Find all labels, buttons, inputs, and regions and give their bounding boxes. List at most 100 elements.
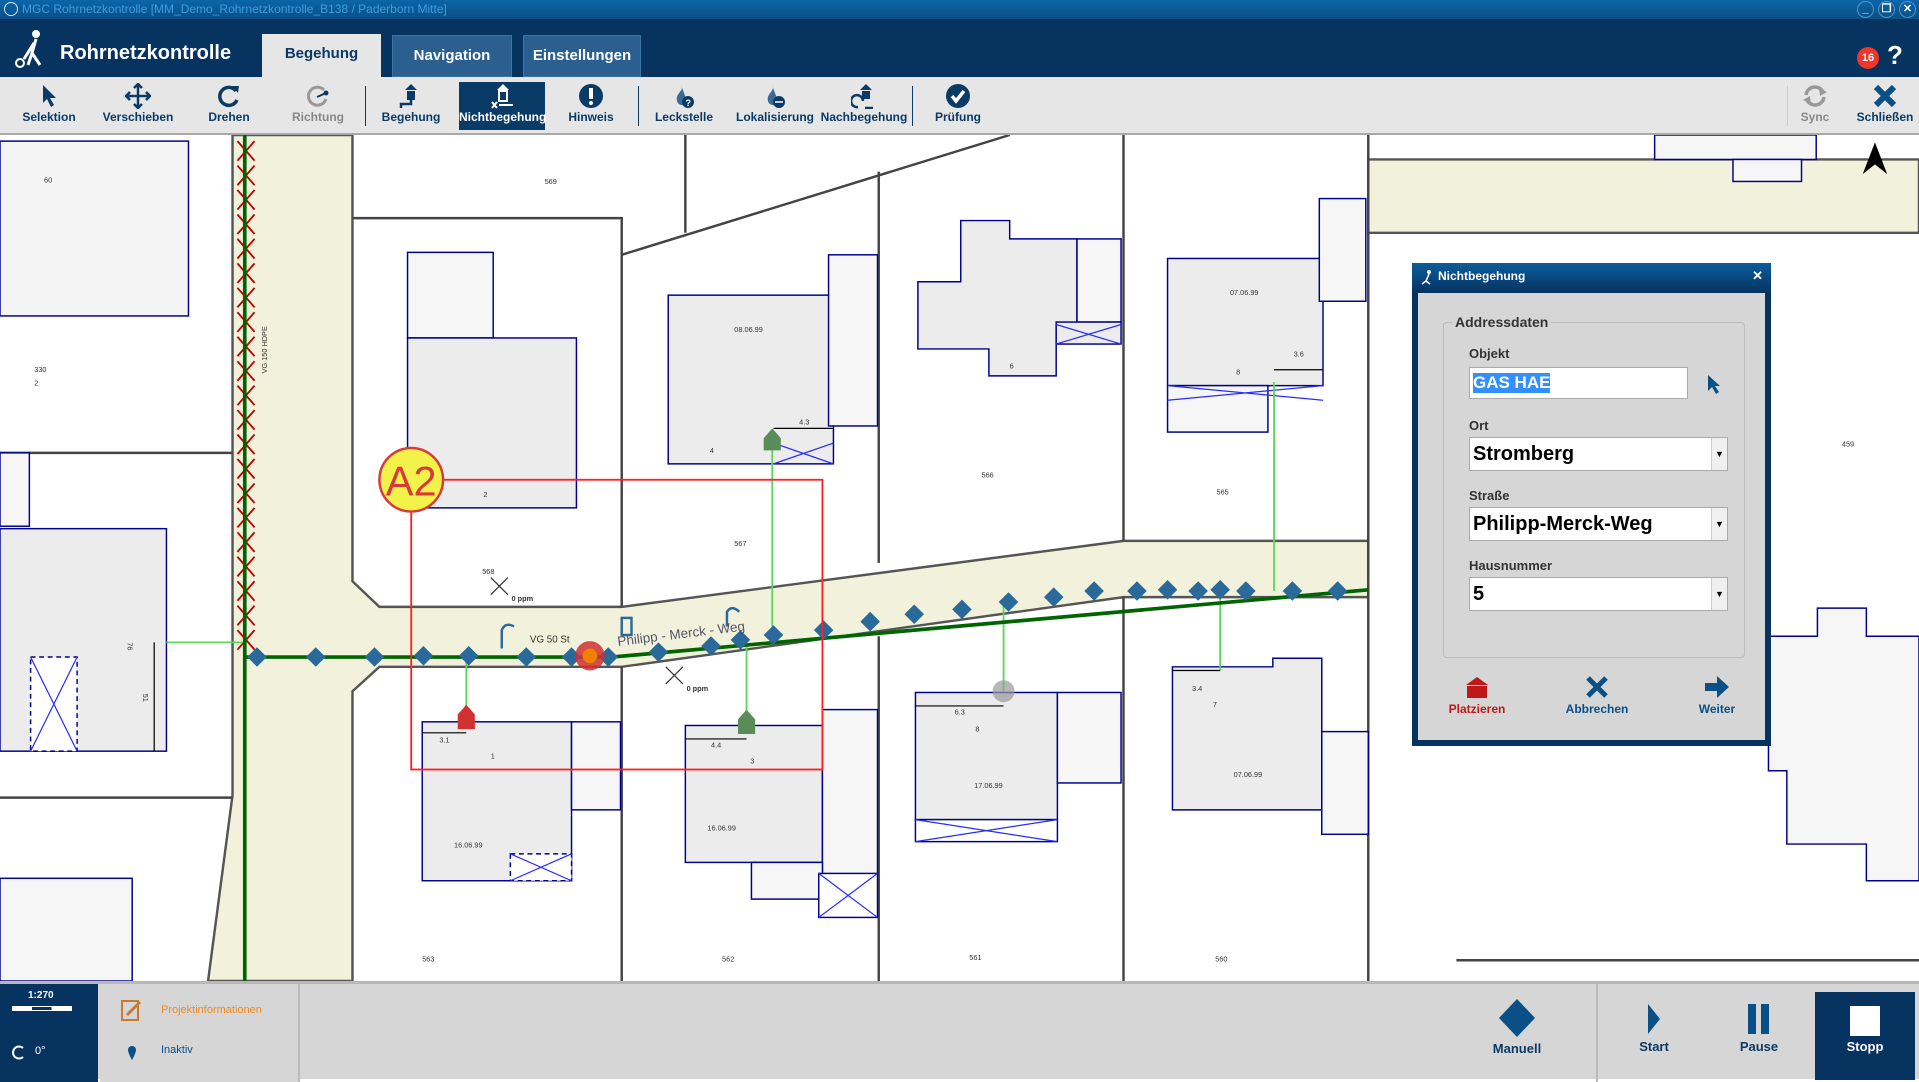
date-label: 16.06.99: [707, 824, 736, 833]
house-number: 8: [1236, 368, 1240, 377]
start-button[interactable]: Start: [1624, 1002, 1684, 1054]
drehen-button[interactable]: Drehen: [185, 82, 273, 130]
distance-label: 76: [125, 642, 134, 650]
play-icon: [1648, 1004, 1660, 1034]
close-window-button[interactable]: ✕: [1899, 1, 1916, 18]
toolbar-divider: [638, 86, 639, 126]
pause-icon: [1748, 1004, 1769, 1034]
objekt-label: Objekt: [1469, 346, 1510, 361]
abbrechen-button[interactable]: Abbrechen: [1542, 675, 1652, 716]
parcel-label: 330: [34, 365, 46, 374]
diamond-icon: [1499, 999, 1535, 1037]
rotation-value: 0°: [35, 1045, 46, 1057]
date-label: 16.06.99: [454, 841, 483, 850]
pipe-label: VG 150 HDPE: [260, 326, 269, 373]
restore-button[interactable]: ❐: [1878, 1, 1895, 18]
exclamation-icon: [579, 84, 603, 108]
parcel-label: 569: [545, 177, 557, 186]
weiter-button[interactable]: Weiter: [1662, 675, 1772, 716]
parcel-label: 567: [734, 539, 746, 548]
walker-logo-icon: [15, 30, 42, 68]
chevron-down-icon[interactable]: ▼: [1711, 438, 1727, 470]
road-top-right: [1367, 158, 1919, 235]
arrow-right-icon: [1705, 676, 1729, 698]
richtung-button[interactable]: Richtung: [274, 82, 362, 130]
distance-label: 4.3: [799, 418, 809, 427]
project-info-link[interactable]: Projektinformationen: [161, 1004, 262, 1016]
notification-badge[interactable]: 16: [1857, 47, 1879, 69]
nichtbegehung-dialog: Nichtbegehung ✕ Addressdaten Objekt GAS …: [1412, 263, 1771, 746]
title-bar: MGC Rohrnetzkontrolle [MM_Demo_Rohrnetzk…: [0, 0, 1919, 19]
distance-label: 3.6: [1294, 349, 1304, 358]
pause-button[interactable]: Pause: [1729, 1002, 1789, 1054]
selektion-button[interactable]: Selektion: [5, 82, 93, 130]
objekt-input[interactable]: GAS HAE: [1469, 367, 1688, 399]
house-marker-gray: [992, 680, 1015, 703]
strasse-select[interactable]: Philipp-Merck-Weg ▼: [1469, 507, 1728, 541]
parcel-label: 561: [969, 953, 981, 962]
nachbegehung-button[interactable]: Nachbegehung: [820, 82, 908, 130]
area-label-text: A2: [386, 458, 437, 505]
tab-begehung[interactable]: Begehung: [262, 34, 381, 77]
project-panel: Projektinformationen Inaktiv: [100, 984, 300, 1082]
edit-notes-icon[interactable]: [120, 998, 144, 1022]
begehung-button[interactable]: Begehung: [367, 82, 455, 130]
cancel-x-icon: [1586, 676, 1608, 698]
house-number: 2: [483, 490, 487, 499]
platzieren-button[interactable]: Platzieren: [1422, 675, 1532, 716]
house-number: 8: [975, 725, 979, 734]
cursor-icon: [43, 85, 56, 107]
house-number: 7: [1213, 700, 1217, 709]
verschieben-button[interactable]: Verschieben: [94, 82, 182, 130]
status-bar: 1:270 0° Projektinformationen Inaktiv Ma…: [0, 981, 1919, 1082]
location-pin-icon: [128, 1046, 136, 1060]
scale-value: 1:270: [28, 990, 54, 1001]
tab-navigation[interactable]: Navigation: [392, 35, 512, 77]
date-label: 07.06.99: [1230, 288, 1259, 297]
gps-status: Inaktiv: [161, 1044, 193, 1056]
distance-label: 6.3: [955, 707, 965, 716]
window-title: MGC Rohrnetzkontrolle [MM_Demo_Rohrnetzk…: [22, 2, 447, 16]
close-icon: [1873, 84, 1897, 108]
tab-einstellungen[interactable]: Einstellungen: [523, 35, 641, 77]
walker-icon: [1421, 270, 1431, 285]
ppm-label: 0 ppm: [687, 684, 709, 693]
parcel-label: 560: [1215, 954, 1227, 963]
stop-icon: [1850, 1006, 1880, 1036]
ort-select[interactable]: Stromberg ▼: [1469, 437, 1728, 471]
svg-text:?: ?: [686, 98, 692, 108]
date-label: 07.06.99: [1234, 770, 1263, 779]
parcel-label: 60: [44, 176, 52, 185]
nichtbegehung-button[interactable]: Nichtbegehung: [459, 82, 546, 130]
distance-label: 51: [141, 694, 150, 702]
house-refresh-icon: [851, 84, 873, 109]
chevron-down-icon[interactable]: ▼: [1711, 508, 1727, 540]
flame-locate-icon: [767, 85, 785, 108]
manuell-button[interactable]: Manuell: [1480, 998, 1554, 1056]
hinweis-button[interactable]: Hinweis: [547, 82, 635, 130]
dialog-close-button[interactable]: ✕: [1752, 263, 1763, 289]
date-label: 17.06.99: [974, 781, 1003, 790]
schliessen-button[interactable]: Schließen: [1841, 82, 1919, 130]
parcel-label: 566: [982, 470, 994, 479]
distance-label: 4.4: [711, 740, 721, 749]
flame-question-icon: ?: [676, 85, 694, 108]
move-icon: [125, 83, 151, 109]
leckstelle-button[interactable]: ? Leckstelle: [640, 82, 728, 130]
stopp-button[interactable]: Stopp: [1815, 992, 1915, 1080]
hausnummer-select[interactable]: 5 ▼: [1469, 577, 1728, 611]
ort-label: Ort: [1469, 418, 1489, 433]
help-button[interactable]: ?: [1887, 40, 1903, 71]
leak-marker-core: [582, 648, 598, 664]
pick-cursor-icon[interactable]: [1706, 373, 1722, 395]
minimize-button[interactable]: _: [1857, 1, 1874, 18]
dialog-title: Nichtbegehung: [1438, 269, 1526, 283]
dialog-title-bar: Nichtbegehung ✕: [1412, 263, 1771, 293]
lokalisierung-button[interactable]: Lokalisierung: [731, 82, 819, 130]
parcel-label: 568: [482, 567, 494, 576]
chevron-down-icon[interactable]: ▼: [1711, 578, 1727, 610]
ppm-label: 0 ppm: [512, 594, 534, 603]
sync-icon: [1803, 85, 1827, 107]
parcel-label: 563: [422, 954, 434, 963]
pruefung-button[interactable]: Prüfung: [914, 82, 1002, 130]
